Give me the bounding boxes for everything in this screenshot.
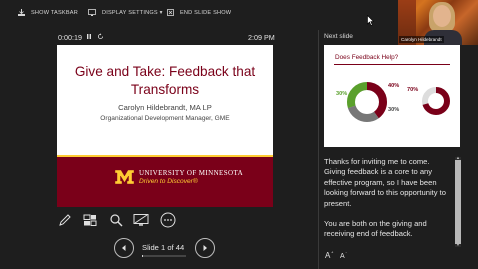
pen-icon <box>59 214 71 226</box>
mouse-cursor-icon <box>367 15 374 26</box>
next-slide-stat-30-left: 30% <box>336 91 348 97</box>
end-slide-show-label: END SLIDE SHOW <box>180 10 232 16</box>
university-m-logo-icon <box>115 170 134 184</box>
display-settings-button[interactable]: DISPLAY SETTINGS ▾ <box>88 7 163 19</box>
next-slide-button[interactable] <box>195 238 215 258</box>
next-slide-stat-70: 70% <box>407 87 419 93</box>
taskbar-icon <box>18 8 25 18</box>
speaker-notes: Thanks for inviting me to come. Giving f… <box>324 157 448 250</box>
current-time: 2:09 PM <box>248 33 275 42</box>
next-arrow-icon <box>203 245 207 251</box>
next-slide-title: Does Feedback Help? <box>335 54 399 61</box>
notes-scrollbar-thumb[interactable] <box>455 160 461 244</box>
next-slide-donut-chart <box>347 82 387 122</box>
end-slide-show-button[interactable]: END SLIDE SHOW <box>167 7 231 19</box>
svg-text:+: + <box>331 250 334 255</box>
university-name: UNIVERSITY OF MINNESOTA <box>139 169 244 177</box>
previous-arrow-icon <box>122 245 126 251</box>
svg-text:-: - <box>346 250 348 255</box>
next-slide-stat-30-right: 30% <box>388 107 400 113</box>
slide-title: Give and Take: Feedback that Transforms <box>74 64 256 97</box>
font-increase-icon: A + <box>325 250 334 261</box>
more-options-icon <box>160 212 176 228</box>
current-slide: Give and Take: Feedback that Transforms … <box>57 45 273 207</box>
svg-text:A: A <box>340 253 345 259</box>
restart-icon <box>98 33 103 39</box>
zoom-slide-button[interactable] <box>106 210 126 230</box>
notes-paragraph-2: You are both on the giving and receiving… <box>324 219 427 239</box>
end-show-icon <box>167 8 174 18</box>
next-slide-preview[interactable]: Does Feedback Help? 40% 30% 30% 70% <box>324 45 460 147</box>
next-slide-label: Next slide <box>324 33 353 40</box>
magnifier-icon <box>110 214 123 227</box>
university-footer-band: UNIVERSITY OF MINNESOTA Driven to Discov… <box>57 155 273 207</box>
increase-font-button[interactable]: A + <box>325 250 334 261</box>
display-settings-icon <box>88 8 96 18</box>
previous-slide-button[interactable] <box>114 238 134 258</box>
black-screen-button[interactable] <box>131 210 151 230</box>
scroll-down-icon[interactable]: ▼ <box>455 242 461 247</box>
display-settings-label: DISPLAY SETTINGS ▾ <box>102 10 163 16</box>
more-options-button[interactable] <box>158 210 178 230</box>
panel-divider <box>318 30 319 269</box>
next-slide-ring-chart <box>422 87 450 115</box>
show-taskbar-button[interactable]: SHOW TASKBAR <box>18 7 78 19</box>
slide-presenter-role: Organizational Development Manager, GME <box>100 115 230 122</box>
scroll-up-icon[interactable]: ▲ <box>455 155 461 160</box>
see-all-slides-button[interactable] <box>80 210 100 230</box>
presenter-name-label: Carolyn Hildebrandt <box>399 36 444 43</box>
notes-paragraph-1: Thanks for inviting me to come. Giving f… <box>324 157 446 208</box>
slide-progress-bar <box>142 255 186 257</box>
presenter-toolbar: SHOW TASKBAR DISPLAY SETTINGS ▾ END SLID… <box>0 0 398 24</box>
pen-tool-button[interactable] <box>55 210 75 230</box>
slide-presenter-name: Carolyn Hildebrandt, MA LP <box>118 103 212 112</box>
font-decrease-icon: A- <box>340 250 348 261</box>
next-slide-stat-40: 40% <box>388 83 400 89</box>
elapsed-timer: 0:00:19 <box>58 33 82 42</box>
pause-icon <box>87 34 91 39</box>
show-taskbar-label: SHOW TASKBAR <box>31 10 78 16</box>
university-tagline: Driven to Discover® <box>139 178 198 185</box>
decrease-font-button[interactable]: A- <box>340 250 349 261</box>
screen-toggle-icon <box>133 214 149 226</box>
grid-slides-icon <box>83 214 97 226</box>
pause-timer-button[interactable] <box>86 33 92 42</box>
presenter-video: Carolyn Hildebrandt <box>398 0 478 45</box>
slide-counter: Slide 1 of 44 <box>142 243 185 252</box>
reset-timer-button[interactable] <box>97 33 104 42</box>
